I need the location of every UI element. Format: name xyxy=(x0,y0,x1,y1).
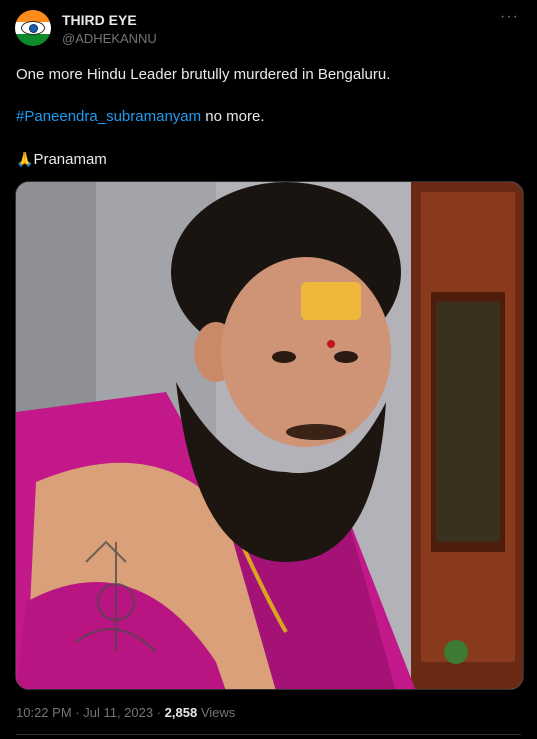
tweet-meta: 10:22 PM · Jul 11, 2023 · 2,858 Views xyxy=(16,705,235,720)
more-options-icon[interactable]: ··· xyxy=(500,8,519,26)
tweet-text-line-1: One more Hindu Leader brutully murdered … xyxy=(16,66,391,83)
separator-dot: · xyxy=(153,705,165,720)
author-handle[interactable]: @ADHEKANNU xyxy=(62,31,157,46)
folded-hands-emoji: 🙏 xyxy=(16,151,34,167)
photo-illustration xyxy=(16,182,523,689)
author-name[interactable]: THIRD EYE xyxy=(62,12,137,28)
divider xyxy=(16,734,521,735)
tweet-text-line-3: 🙏Pranamam xyxy=(16,151,107,168)
tweet-time[interactable]: 10:22 PM xyxy=(16,705,72,720)
views-count: 2,858 xyxy=(164,705,198,720)
tweet-photo[interactable] xyxy=(15,181,524,690)
tweet-date[interactable]: Jul 11, 2023 xyxy=(83,705,153,720)
tweet-text-suffix: no more. xyxy=(201,108,265,125)
separator-dot: · xyxy=(71,705,84,720)
views-label: Views xyxy=(197,705,236,720)
pranamam-text: Pranamam xyxy=(33,151,107,168)
avatar[interactable] xyxy=(15,10,51,46)
tweet[interactable]: THIRD EYE @ADHEKANNU ··· One more Hindu … xyxy=(0,0,537,739)
eye-icon xyxy=(21,21,45,35)
hashtag-link[interactable]: #Paneendra_subramanyam xyxy=(16,108,201,125)
tweet-text-line-2: #Paneendra_subramanyam no more. xyxy=(16,108,265,125)
